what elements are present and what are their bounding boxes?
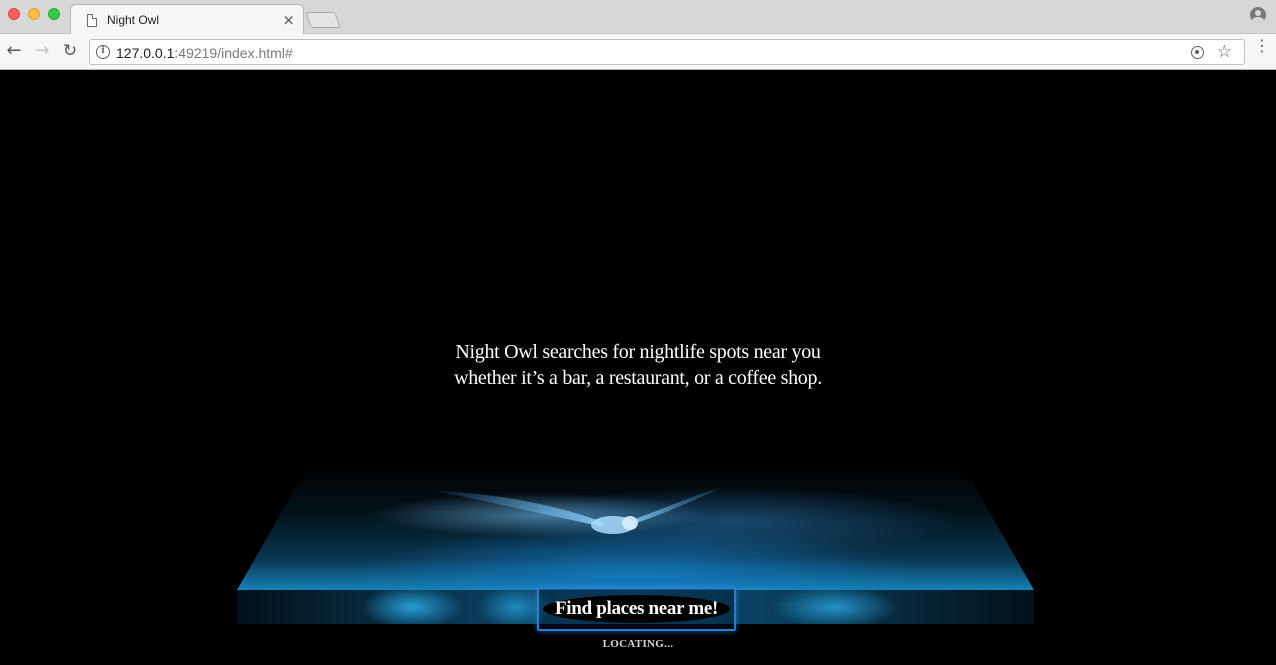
bookmark-star-icon[interactable]: ☆ bbox=[1217, 42, 1232, 62]
info-icon[interactable]: i bbox=[96, 45, 110, 59]
browser-menu-icon[interactable]: ⋮ bbox=[1254, 38, 1270, 61]
find-button-frame: Find places near me! bbox=[537, 587, 736, 631]
status-text: LOCATING... bbox=[602, 638, 674, 650]
tagline-line-2: whether it’s a bar, a restaurant, or a c… bbox=[454, 367, 822, 389]
tab-title: Night Owl bbox=[107, 13, 160, 27]
url-path: :49219/index.html# bbox=[174, 45, 293, 61]
tab-close-icon[interactable]: × bbox=[282, 11, 295, 29]
page-icon bbox=[87, 14, 97, 27]
browser-tab-active[interactable]: Night Owl × bbox=[70, 4, 304, 35]
url-text[interactable]: 127.0.0.1:49219/index.html# bbox=[116, 45, 293, 61]
tagline-line-1: Night Owl searches for nightlife spots n… bbox=[455, 341, 821, 363]
owl-silhouette-icon bbox=[435, 488, 720, 534]
reload-icon[interactable]: ↻ bbox=[58, 40, 82, 64]
url-host: 127.0.0.1 bbox=[116, 45, 175, 61]
page-content: Night Owl searches for nightlife spots n… bbox=[0, 70, 1276, 665]
maximize-window-button[interactable] bbox=[48, 8, 60, 20]
browser-titlebar: Night Owl × bbox=[0, 0, 1276, 35]
new-tab-button[interactable] bbox=[305, 12, 341, 28]
location-target-icon[interactable] bbox=[1191, 46, 1204, 59]
close-window-button[interactable] bbox=[8, 8, 20, 20]
forward-arrow-icon[interactable]: → bbox=[30, 40, 54, 64]
back-arrow-icon[interactable]: ← bbox=[2, 40, 26, 64]
browser-toolbar: ← → ↻ i 127.0.0.1:49219/index.html# ☆ ⋮ bbox=[0, 34, 1276, 70]
find-places-button[interactable]: Find places near me! bbox=[543, 595, 730, 623]
minimize-window-button[interactable] bbox=[28, 8, 40, 20]
profile-icon[interactable] bbox=[1250, 7, 1266, 23]
address-bar[interactable]: i 127.0.0.1:49219/index.html# ☆ bbox=[89, 39, 1245, 65]
tagline: Night Owl searches for nightlife spots n… bbox=[0, 339, 1276, 391]
